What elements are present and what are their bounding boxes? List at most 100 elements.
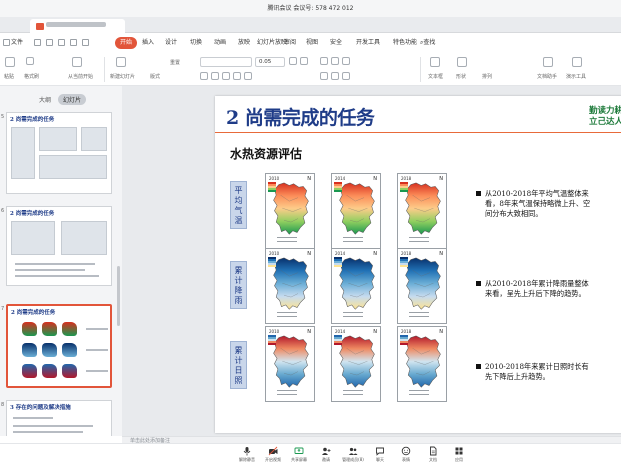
paste-icon[interactable]: [5, 57, 15, 67]
presenter-tools-icon[interactable]: [572, 57, 582, 67]
shrink-font-icon[interactable]: [300, 57, 308, 65]
play-from-current-label[interactable]: 从当前开始: [68, 73, 93, 80]
ribbon-separator: [104, 57, 105, 82]
reset-label[interactable]: 重置: [170, 59, 180, 66]
new-slide-label[interactable]: 新建幻灯片: [110, 73, 135, 80]
raster-map: 2014 N: [331, 248, 381, 324]
underline-icon[interactable]: [222, 72, 230, 80]
row-label: 累计日照: [230, 341, 247, 389]
menu-tab-5[interactable]: 放映: [238, 37, 250, 49]
format-painter-label[interactable]: 格式刷: [24, 73, 39, 80]
map-legend: [334, 182, 342, 192]
menu-tab-8[interactable]: 视图: [306, 37, 318, 49]
thumbnail-title: 2 尚需完成的任务: [10, 117, 55, 123]
map-year: 2010: [269, 251, 280, 256]
slide-thumbnail[interactable]: 3 存在的问题及解决措施: [6, 400, 112, 436]
arrange-label[interactable]: 排列: [482, 73, 492, 80]
shape-label[interactable]: 形状: [456, 73, 466, 80]
menu-search[interactable]: ⌕查找: [420, 37, 435, 49]
align-left-icon[interactable]: [320, 72, 328, 80]
undo-icon[interactable]: [70, 39, 77, 46]
presenter-tools-label[interactable]: 演示工具: [566, 73, 586, 80]
toolbar-label: 共享屏幕: [291, 457, 307, 462]
menu-tab-11[interactable]: 特色功能: [393, 37, 417, 49]
bullet-point: 从2010-2018年累计降雨量整体来看，呈先上升后下降的趋势。: [476, 279, 594, 299]
slide-thumbnail[interactable]: 2 尚需完成的任务: [6, 206, 112, 286]
toolbar-mic-button[interactable]: 解除静音: [234, 446, 260, 467]
ribbon-separator: [420, 57, 421, 82]
map-legend: [268, 182, 276, 192]
cut-icon[interactable]: [26, 57, 34, 65]
grow-font-icon[interactable]: [289, 57, 297, 65]
menu-tab-7[interactable]: 审阅: [284, 37, 296, 49]
bullet-point: 从2010-2018年平均气温整体来看，8年来气温保持略微上升、空间分布大致相同…: [476, 189, 594, 219]
map-legend: [400, 257, 408, 267]
layout-label[interactable]: 版式: [150, 73, 160, 80]
title-underline: [215, 132, 621, 133]
outline-tab[interactable]: 大纲: [34, 94, 56, 105]
menu-tab-9[interactable]: 安全: [330, 37, 342, 49]
menu-tab-6[interactable]: 幻灯片放映: [257, 37, 287, 49]
sidebar-scrollbar[interactable]: [117, 266, 120, 326]
font-name-select[interactable]: [200, 57, 252, 67]
number-list-icon[interactable]: [331, 57, 339, 65]
motto-line-2: 立己达人: [589, 117, 621, 127]
slide-thumbnail[interactable]: 2 尚需完成的任务: [6, 304, 112, 388]
menu-tab-10[interactable]: 开发工具: [356, 37, 380, 49]
align-right-icon[interactable]: [342, 72, 350, 80]
save-icon[interactable]: [34, 39, 41, 46]
textbox-icon[interactable]: [430, 57, 440, 67]
menu-tab-4[interactable]: 动画: [214, 37, 226, 49]
bold-icon[interactable]: [200, 72, 208, 80]
map-shape: [339, 182, 375, 235]
slide-canvas[interactable]: 2 尚需完成的任务 勤读力耕 立己达人 水热资源评估 平均气温 2010 N 2014…: [215, 96, 621, 433]
menu-tab-3[interactable]: 切换: [190, 37, 202, 49]
toolbar-label: 聊天: [376, 457, 384, 462]
menu-tab-2[interactable]: 设计: [165, 37, 177, 49]
toolbar-chat-button[interactable]: 聊天: [367, 446, 393, 467]
redo-icon[interactable]: [82, 39, 89, 46]
toolbar-emoji-button[interactable]: 表情: [393, 446, 419, 467]
doc-assistant-icon[interactable]: [543, 57, 553, 67]
bullet-square-icon: [476, 191, 481, 196]
map-legend-text: [277, 390, 297, 398]
view-toggle: 大纲 幻灯片: [34, 94, 86, 105]
toolbar-members-button[interactable]: 管理成员(8): [340, 446, 366, 467]
textbox-label[interactable]: 文本框: [428, 73, 443, 80]
strikethrough-icon[interactable]: [233, 72, 241, 80]
menu-tab-0[interactable]: 开始: [115, 37, 138, 49]
bullet-list-icon[interactable]: [320, 57, 328, 65]
slide-title: 2 尚需完成的任务: [226, 107, 375, 129]
tab-title-blur: [46, 22, 106, 27]
slide-thumbnail[interactable]: 2 尚需完成的任务: [6, 112, 112, 194]
toolbar-apps-button[interactable]: 应用: [446, 446, 472, 467]
align-center-icon[interactable]: [331, 72, 339, 80]
map-shape: [405, 182, 441, 235]
toolbar-camera-button[interactable]: 开启视频: [260, 446, 286, 467]
map-legend-text: [343, 237, 363, 245]
toolbar-document-button[interactable]: 文档: [420, 446, 446, 467]
notes-pane[interactable]: 单击此处添加备注: [122, 436, 621, 444]
menu-file[interactable]: 文件: [11, 37, 23, 49]
print-icon[interactable]: [46, 39, 53, 46]
menu-tab-1[interactable]: 插入: [142, 37, 154, 49]
map-legend: [400, 182, 408, 192]
indent-icon[interactable]: [342, 57, 350, 65]
preview-icon[interactable]: [58, 39, 65, 46]
slides-tab[interactable]: 幻灯片: [57, 94, 86, 105]
play-icon[interactable]: [72, 57, 82, 67]
font-color-icon[interactable]: [244, 72, 252, 80]
ppt-file-icon: [36, 23, 44, 30]
font-size-select[interactable]: 0.05: [255, 57, 285, 67]
toolbar-invite-button[interactable]: 邀请: [313, 446, 339, 467]
apps-icon: [446, 446, 472, 456]
shape-icon[interactable]: [457, 57, 467, 67]
toolbar-share-screen-button[interactable]: 共享屏幕: [286, 446, 312, 467]
new-slide-icon[interactable]: [116, 57, 126, 67]
meeting-title-bar: 腾讯会议 会议号: 578 472 012: [0, 0, 621, 17]
ribbon-toolbar: 粘贴 格式刷 从当前开始 新建幻灯片 版式 重置 0.05 文本框 形状 排列 …: [0, 53, 621, 86]
italic-icon[interactable]: [211, 72, 219, 80]
menu-icon[interactable]: [3, 39, 10, 46]
document-tab-strip: [0, 17, 621, 33]
doc-assistant-label[interactable]: 文档助手: [537, 73, 557, 80]
